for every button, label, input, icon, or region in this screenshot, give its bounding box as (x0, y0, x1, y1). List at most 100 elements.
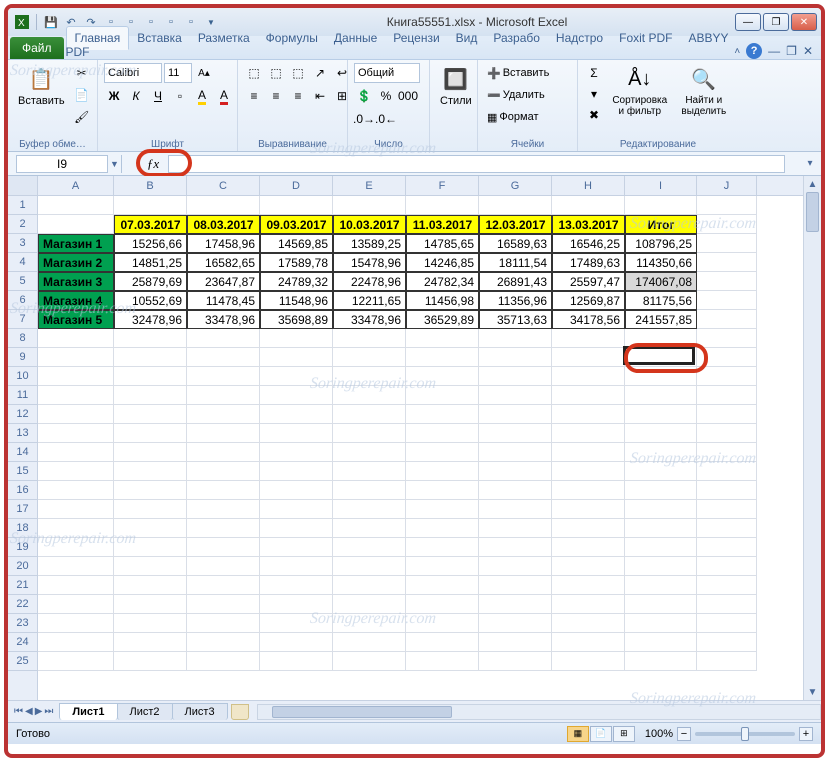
ribbon-tab[interactable]: Данные (326, 27, 385, 49)
cell[interactable] (114, 424, 187, 443)
fill-color-icon[interactable]: A (192, 86, 212, 106)
cell[interactable] (625, 329, 697, 348)
cell[interactable] (187, 519, 260, 538)
cell[interactable] (479, 443, 552, 462)
cell[interactable] (114, 595, 187, 614)
view-page-break-button[interactable]: ⊞ (613, 726, 635, 742)
cell[interactable]: Итог (625, 215, 697, 234)
cell[interactable] (406, 481, 479, 500)
row-header[interactable]: 20 (8, 557, 37, 576)
cell[interactable]: Магазин 4 (38, 291, 114, 310)
cell[interactable] (697, 386, 757, 405)
cell[interactable] (697, 253, 757, 272)
cell[interactable] (625, 576, 697, 595)
cell[interactable] (479, 196, 552, 215)
cell[interactable] (406, 386, 479, 405)
ribbon-tab[interactable]: Foxit PDF (611, 27, 680, 49)
cell[interactable] (260, 652, 333, 671)
formula-input[interactable] (168, 155, 785, 173)
scroll-thumb[interactable] (272, 706, 452, 718)
row-header[interactable]: 18 (8, 519, 37, 538)
cell[interactable] (697, 633, 757, 652)
cell[interactable]: 16546,25 (552, 234, 625, 253)
cell[interactable] (552, 481, 625, 500)
cell[interactable] (260, 462, 333, 481)
cell[interactable] (479, 405, 552, 424)
cell[interactable] (38, 443, 114, 462)
ribbon-tab[interactable]: Вид (448, 27, 486, 49)
cell[interactable] (187, 481, 260, 500)
cell[interactable] (625, 633, 697, 652)
paste-button[interactable]: 📋 Вставить (14, 63, 69, 109)
cell[interactable] (697, 614, 757, 633)
indent-dec-icon[interactable]: ⇤ (310, 86, 330, 106)
cell[interactable] (260, 196, 333, 215)
cell[interactable] (697, 652, 757, 671)
cell[interactable] (38, 557, 114, 576)
cell[interactable] (38, 367, 114, 386)
cell[interactable] (260, 576, 333, 595)
fill-icon[interactable]: ▾ (584, 84, 604, 104)
cell[interactable] (114, 481, 187, 500)
cell[interactable] (697, 329, 757, 348)
cell[interactable] (552, 443, 625, 462)
cell[interactable] (333, 424, 406, 443)
insert-function-button[interactable]: ƒx (142, 155, 164, 173)
cell[interactable]: 11548,96 (260, 291, 333, 310)
increase-decimal-icon[interactable]: .0→ (354, 109, 374, 129)
cell[interactable] (114, 652, 187, 671)
cell[interactable] (552, 424, 625, 443)
cell[interactable] (187, 576, 260, 595)
cell[interactable] (38, 595, 114, 614)
cell[interactable] (38, 329, 114, 348)
cell[interactable] (260, 481, 333, 500)
cell[interactable] (114, 348, 187, 367)
align-left-icon[interactable]: ≡ (244, 86, 264, 106)
cell[interactable] (333, 481, 406, 500)
cell[interactable] (38, 348, 114, 367)
cell[interactable] (406, 500, 479, 519)
column-header[interactable]: E (333, 176, 406, 195)
cell[interactable] (333, 595, 406, 614)
sheet-tab[interactable]: Лист3 (172, 703, 228, 720)
decrease-decimal-icon[interactable]: .0← (376, 109, 396, 129)
maximize-button[interactable]: ❐ (763, 13, 789, 31)
ribbon-collapse-icon[interactable]: ˄ (734, 46, 740, 57)
comma-icon[interactable]: 000 (398, 86, 418, 106)
cell[interactable]: 35713,63 (479, 310, 552, 329)
font-name-input[interactable] (104, 63, 162, 83)
row-header[interactable]: 23 (8, 614, 37, 633)
cell[interactable] (114, 633, 187, 652)
row-header[interactable]: 10 (8, 367, 37, 386)
column-header[interactable]: A (38, 176, 114, 195)
border-icon[interactable]: ▫ (170, 86, 190, 106)
cell[interactable]: 22478,96 (333, 272, 406, 291)
cell[interactable]: 08.03.2017 (187, 215, 260, 234)
cell[interactable] (187, 348, 260, 367)
cell[interactable] (479, 519, 552, 538)
cell[interactable] (187, 538, 260, 557)
orientation-icon[interactable]: ↗ (310, 63, 330, 83)
format-cells-button[interactable]: ▦Формат (484, 107, 552, 127)
row-header[interactable]: 11 (8, 386, 37, 405)
bold-button[interactable]: Ж (104, 86, 124, 106)
cell[interactable]: 24782,34 (406, 272, 479, 291)
cell[interactable] (552, 329, 625, 348)
cell[interactable] (625, 481, 697, 500)
cell[interactable] (479, 557, 552, 576)
cell[interactable] (479, 576, 552, 595)
column-header[interactable]: G (479, 176, 552, 195)
cell[interactable] (697, 405, 757, 424)
font-size-input[interactable] (164, 63, 192, 83)
cell[interactable] (625, 595, 697, 614)
cell[interactable]: 12.03.2017 (479, 215, 552, 234)
cell[interactable]: 114350,66 (625, 253, 697, 272)
cell[interactable] (552, 519, 625, 538)
cell[interactable] (333, 633, 406, 652)
ribbon-tab[interactable]: Вставка (129, 27, 190, 49)
cell[interactable] (479, 538, 552, 557)
ribbon-tab[interactable]: Надстро (548, 27, 611, 49)
styles-button[interactable]: 🔲 Стили (436, 63, 476, 109)
cell[interactable] (38, 424, 114, 443)
cell[interactable]: 16582,65 (187, 253, 260, 272)
